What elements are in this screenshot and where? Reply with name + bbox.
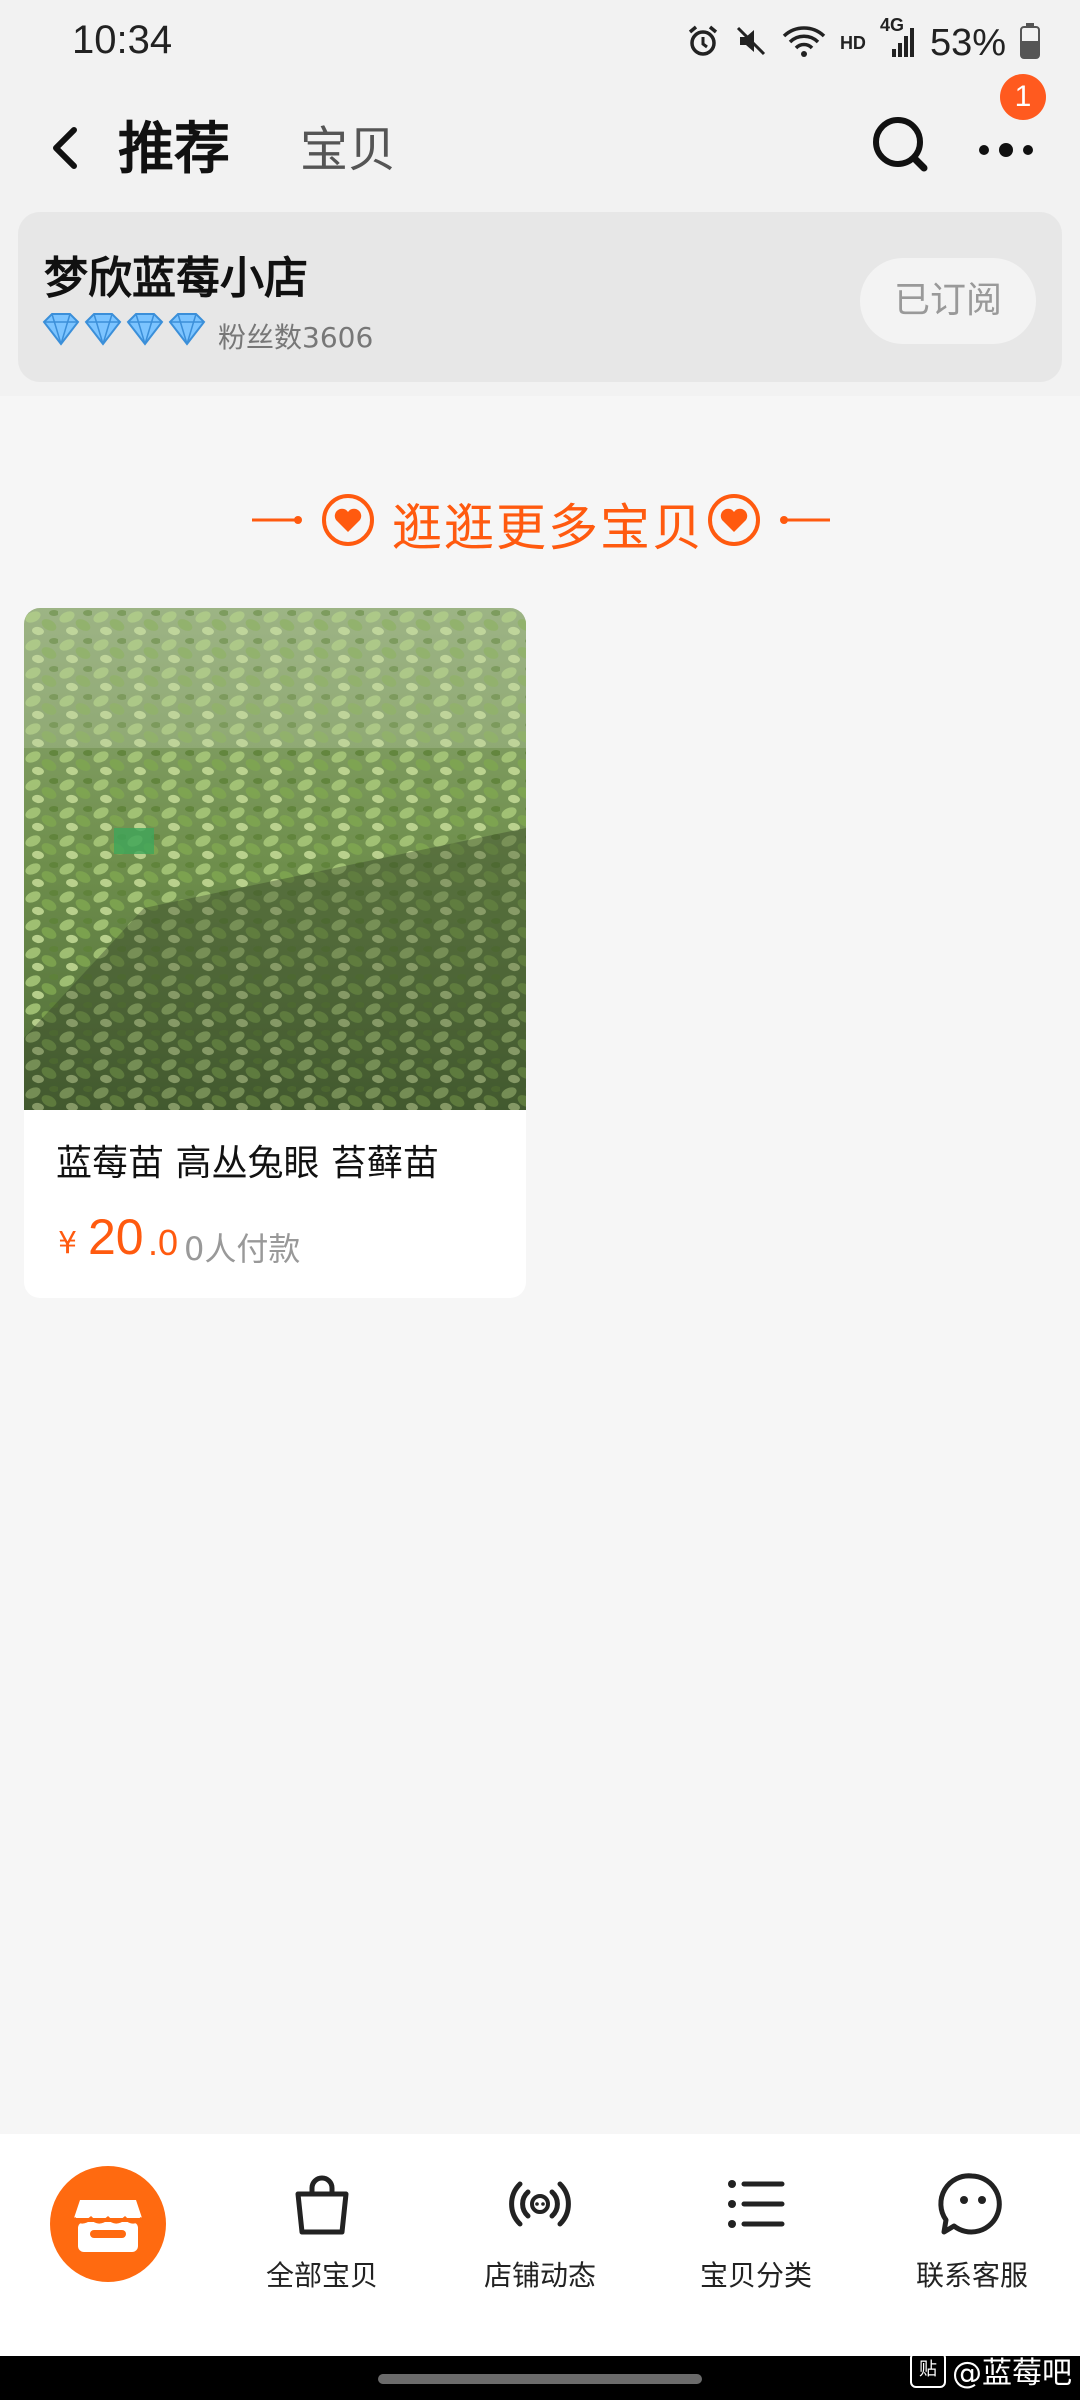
price-currency: ¥ <box>58 1226 78 1261</box>
back-button[interactable] <box>40 112 112 184</box>
price-integer: 20 <box>88 1209 144 1265</box>
watermark-text: @蓝莓吧 <box>952 2356 1072 2391</box>
tab-item-categories[interactable]: 宝贝分类 <box>656 2164 856 2314</box>
more-button[interactable] <box>970 106 1050 182</box>
alarm-icon <box>686 24 720 62</box>
status-time: 10:34 <box>72 18 173 62</box>
hd-label: HD <box>839 32 866 53</box>
tab-label: 全部宝贝 <box>265 2259 378 2292</box>
divider-left-ornament <box>252 494 374 546</box>
storefront-icon <box>72 2200 143 2252</box>
product-image[interactable] <box>24 608 526 1110</box>
diamond-icon <box>168 313 206 346</box>
shop-rating-diamonds <box>42 312 206 346</box>
shop-home-button[interactable] <box>50 2166 166 2282</box>
tab-shop-updates[interactable]: 店铺动态 <box>440 2164 640 2314</box>
home-indicator[interactable] <box>378 2374 702 2384</box>
diamond-icon <box>126 313 164 346</box>
shop-name[interactable]: 梦欣蓝莓小店 <box>44 242 308 306</box>
watermark: 贴 @蓝莓吧 <box>910 2348 1072 2392</box>
tab-label: 店铺动态 <box>483 2259 596 2292</box>
product-title[interactable]: 蓝莓苗 高丛兔眼 苔藓苗 <box>56 1134 439 1186</box>
notification-badge: 1 <box>1000 74 1046 120</box>
bag-icon <box>295 2175 349 2235</box>
shop-header: 梦欣蓝莓小店 粉丝数3606 已订阅 <box>0 206 1080 396</box>
tab-label: 联系客服 <box>915 2259 1028 2292</box>
tieba-logo-icon: 贴 <box>910 2352 946 2388</box>
tab-all-items[interactable]: 全部宝贝 <box>222 2164 422 2314</box>
battery-percent: 53% <box>929 21 1006 64</box>
tab-items[interactable]: 宝贝 <box>300 110 396 180</box>
more-items-divider: 逛逛更多宝贝 <box>0 484 1080 557</box>
signal-icon: 4G <box>880 15 916 63</box>
broadcast-icon <box>509 2181 571 2227</box>
mute-icon <box>734 24 768 62</box>
chat-face-icon <box>938 2173 1002 2235</box>
status-icons: HD 4G 53% <box>686 15 1040 68</box>
search-icon <box>873 117 928 172</box>
subscribe-button[interactable]: 已订阅 <box>860 258 1036 344</box>
product-card[interactable]: 蓝莓苗 高丛兔眼 苔藓苗 ¥ 20 .0 0人付款 <box>24 608 526 1298</box>
diamond-icon <box>42 313 80 346</box>
wifi-icon <box>782 24 826 62</box>
diamond-icon <box>84 313 122 346</box>
battery-icon <box>1020 23 1040 63</box>
top-nav: 推荐 宝贝 1 <box>0 74 1080 206</box>
tab-recommend[interactable]: 推荐 <box>118 104 230 185</box>
list-icon <box>728 2180 785 2228</box>
status-bar: 10:34 HD 4G 53% <box>0 0 1080 86</box>
more-dots-icon <box>979 143 1033 157</box>
section-title: 逛逛更多宝贝 <box>392 499 704 557</box>
shop-card[interactable]: 梦欣蓝莓小店 粉丝数3606 已订阅 <box>18 212 1062 382</box>
network-type: 4G <box>879 15 904 35</box>
search-button[interactable] <box>862 106 938 182</box>
heart-icon <box>334 508 362 532</box>
heart-icon <box>720 508 748 532</box>
tab-label: 宝贝分类 <box>699 2259 812 2292</box>
divider-right-ornament <box>708 494 830 546</box>
chevron-left-icon <box>53 127 77 169</box>
price-decimal: .0 <box>148 1222 179 1263</box>
bottom-tab-bar: 全部宝贝 店铺动态 宝贝分类 联系客服 <box>0 2134 1080 2356</box>
fans-count: 粉丝数3606 <box>218 321 374 354</box>
tab-customer-service[interactable]: 联系客服 <box>872 2164 1072 2314</box>
buyer-count: 0人付款 <box>184 1230 301 1268</box>
